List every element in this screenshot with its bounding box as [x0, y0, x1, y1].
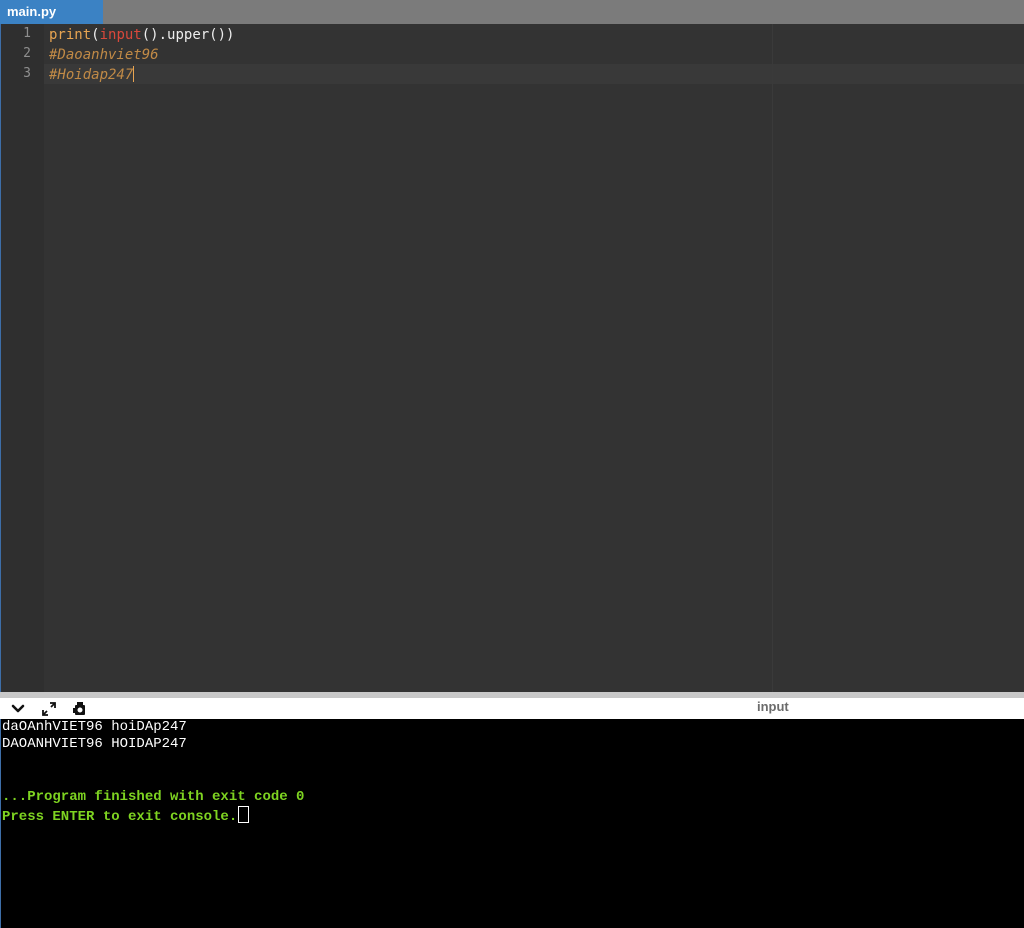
- code-line-1[interactable]: print(input().upper()): [49, 25, 234, 45]
- console-output-line: DAOANHVIET96 HOIDAP247: [2, 736, 187, 752]
- code-token-print: print: [49, 27, 92, 43]
- line-number: 2: [23, 46, 31, 61]
- console-output[interactable]: daOAnhVIET96 hoiDAp247 DAOANHVIET96 HOID…: [0, 719, 1024, 928]
- code-comment: #Hoidap247: [49, 67, 134, 83]
- line-number-gutter: 1 2 3: [0, 24, 44, 692]
- settings-icon[interactable]: [71, 700, 89, 718]
- console-exit-status: ...Program finished with exit code 0: [2, 789, 305, 805]
- tab-main-py[interactable]: main.py: [0, 0, 103, 24]
- code-line-3[interactable]: #Hoidap247: [49, 65, 135, 85]
- code-editor[interactable]: 1 2 3 print(input().upper()) #Daoanhviet…: [0, 24, 1024, 692]
- code-token-upper: ().upper()): [141, 27, 235, 43]
- console-toolbar: input: [0, 698, 1024, 719]
- console-input-line: daOAnhVIET96 hoiDAp247: [2, 719, 187, 735]
- print-margin: [772, 24, 773, 692]
- code-line-2[interactable]: #Daoanhviet96: [49, 45, 159, 65]
- line-number: 3: [23, 66, 31, 81]
- online-ide-window: main.py 1 2 3 print(input().upper()) #Da…: [0, 0, 1024, 928]
- console-press-enter-text: Press ENTER to exit console.: [2, 809, 238, 825]
- active-line-highlight: [44, 64, 1024, 84]
- line-number: 1: [23, 26, 31, 41]
- console-press-enter: Press ENTER to exit console.: [2, 806, 250, 826]
- code-token-paren: (: [91, 27, 100, 43]
- editor-edge: [0, 24, 1, 692]
- code-token-input: input: [99, 27, 142, 43]
- console-edge: [0, 719, 1, 928]
- chevron-down-icon[interactable]: [9, 700, 27, 718]
- input-tab-label[interactable]: input: [757, 698, 789, 715]
- code-comment: #Daoanhviet96: [49, 47, 159, 63]
- console-block-cursor: [238, 806, 250, 823]
- tab-bar: main.py: [0, 0, 1024, 24]
- expand-icon[interactable]: [40, 700, 58, 718]
- text-cursor: [133, 66, 135, 82]
